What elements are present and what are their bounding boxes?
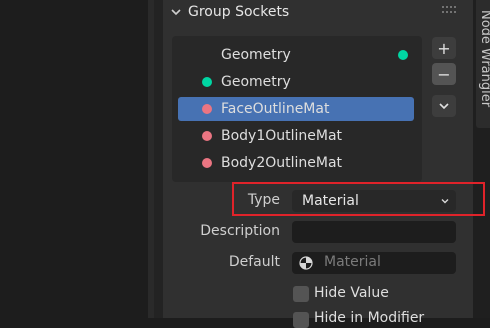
chevron-down-icon [171, 9, 181, 16]
hide-in-modifier-checkbox[interactable] [293, 312, 309, 328]
socket-dot-icon [202, 131, 212, 141]
default-placeholder: Material [324, 254, 381, 270]
socket-dot-icon [398, 50, 408, 60]
socket-list-item[interactable]: Geometry [178, 70, 414, 94]
socket-label: Body1OutlineMat [221, 128, 343, 144]
default-material-field[interactable]: Material [292, 252, 456, 274]
minus-icon: − [437, 64, 451, 84]
panel-header[interactable]: Group Sockets [170, 0, 289, 24]
socket-list-item[interactable]: Geometry [178, 43, 414, 67]
socket-dot-icon [202, 158, 212, 168]
plus-icon: + [437, 38, 451, 58]
tab-node-wrangler-label: Node Wrangler [478, 10, 490, 108]
socket-label: Body2OutlineMat [221, 155, 343, 171]
sidebar-scroll-gutter [154, 0, 163, 318]
drag-grip-icon[interactable] [441, 5, 459, 15]
socket-list-item[interactable]: Body1OutlineMat [178, 124, 414, 148]
socket-label: Geometry [221, 47, 291, 63]
socket-list-item[interactable]: Body2OutlineMat [178, 151, 414, 175]
panel-title: Group Sockets [188, 4, 290, 20]
chevron-down-icon [439, 103, 449, 110]
node-editor-area [0, 0, 148, 318]
socket-menu-button[interactable] [432, 95, 456, 117]
add-socket-button[interactable]: + [432, 37, 456, 59]
remove-socket-button[interactable]: − [432, 63, 456, 85]
description-label: Description [200, 223, 280, 239]
type-highlight-box [232, 182, 485, 216]
material-sphere-icon [299, 256, 313, 270]
hide-value-label: Hide Value [314, 285, 389, 301]
hide-value-checkbox[interactable] [293, 286, 309, 302]
socket-dot-icon [202, 104, 212, 114]
socket-dot-icon [202, 77, 212, 87]
default-label: Default [228, 254, 280, 270]
socket-label: Geometry [221, 74, 291, 90]
hide-in-modifier-label: Hide in Modifier [314, 310, 425, 326]
description-input[interactable] [292, 221, 456, 243]
socket-label: FaceOutlineMat [221, 101, 330, 117]
socket-list-item[interactable]: FaceOutlineMat [178, 97, 414, 121]
